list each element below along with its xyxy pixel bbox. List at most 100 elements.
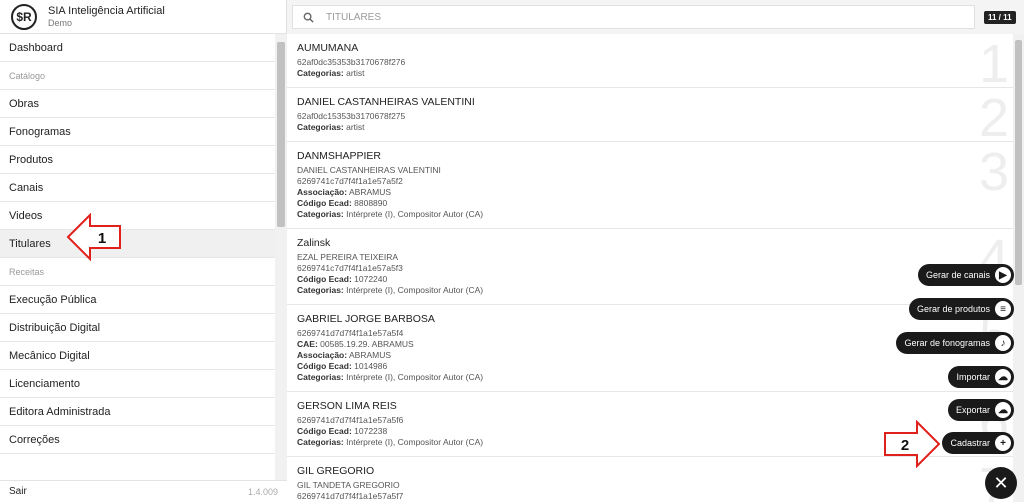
detail-value: 1072238 (351, 426, 388, 436)
sidebar-item[interactable]: Videos (0, 202, 275, 230)
titular-detail-line: DANIEL CASTANHEIRAS VALENTINI (297, 165, 1003, 176)
sidebar-item[interactable]: Produtos (0, 146, 275, 174)
list-item[interactable]: 3 DANMSHAPPIER DANIEL CASTANHEIRAS VALENTI… (287, 142, 1013, 229)
detail-value: 62af0dc35353b3170678f276 (297, 57, 406, 67)
app-window: $R SIA Inteligência Artificial Demo Dash… (0, 0, 1024, 502)
detail-value: 6269741d7d7f4f1a1e57a5f7 (297, 491, 404, 501)
fab-action-button[interactable]: Cadastrar + (942, 432, 1014, 454)
fab-action-label: Gerar de canais (925, 270, 990, 280)
search-icon (303, 12, 314, 23)
detail-key: Código Ecad: (297, 198, 352, 208)
plus-icon: + (995, 435, 1011, 451)
fab-action-button[interactable]: Exportar ☁ (947, 399, 1014, 421)
logout-link[interactable]: Sair (9, 486, 27, 497)
brand-title: SIA Inteligência Artificial (48, 4, 165, 17)
list-item[interactable]: 1 AUMUMANA 62af0dc35353b3170678f276 Categor… (287, 34, 1013, 92)
detail-value: Intérprete (I), Compositor Autor (CA) (343, 437, 484, 447)
fab-action-button[interactable]: Gerar de canais ▶ (917, 264, 1014, 286)
detail-key: Categorias: (297, 209, 344, 219)
list-scrollbar-thumb[interactable] (1015, 40, 1022, 285)
detail-value: 00585.19.29. ABRAMUS (317, 339, 414, 349)
sidebar: $R SIA Inteligência Artificial Demo Dash… (0, 0, 287, 502)
detail-key: Categorias: (297, 68, 344, 78)
cloud-upload-icon: ☁ (995, 369, 1011, 385)
detail-value: DANIEL CASTANHEIRAS VALENTINI (297, 165, 441, 175)
result-count-badge: 11 / 11 (984, 11, 1016, 24)
titular-detail-line: Categorias: artist (297, 68, 1003, 79)
sidebar-item[interactable]: Titulares (0, 230, 275, 258)
fab-action-label: Gerar de fonogramas (904, 338, 990, 348)
titular-name: GERSON LIMA REIS (297, 400, 397, 412)
annotation-label-1: 1 (98, 230, 106, 247)
fab-action-button[interactable]: Gerar de fonogramas ♪ (896, 332, 1014, 354)
sidebar-item[interactable]: Canais (0, 174, 275, 202)
titular-name: GABRIEL JORGE BARBOSA (297, 313, 435, 325)
brand-header[interactable]: $R SIA Inteligência Artificial Demo (0, 0, 286, 34)
sidebar-item[interactable]: Fonogramas (0, 118, 275, 146)
titular-detail-line: Categorias: Intérprete (I), Compositor A… (297, 285, 1003, 296)
detail-value: ABRAMUS (347, 187, 392, 197)
titular-detail-line: EZAL PEREIRA TEIXEIRA (297, 252, 1003, 263)
search-input[interactable] (326, 11, 926, 23)
list-scrollbar[interactable] (1013, 34, 1024, 502)
brand-subtitle: Demo (48, 17, 73, 28)
sidebar-item[interactable]: Correções (0, 426, 275, 454)
titular-detail-line: Associação: ABRAMUS (297, 187, 1003, 198)
titular-name: Zalinsk (297, 237, 331, 249)
sidebar-item[interactable]: Distribuição Digital (0, 314, 275, 342)
sidebar-scrollbar[interactable] (275, 34, 287, 480)
titular-detail-line: 62af0dc15353b3170678f275 (297, 111, 1003, 122)
fab-action-button[interactable]: Importar ☁ (948, 366, 1014, 388)
cloud-download-icon: ☁ (995, 402, 1011, 418)
sidebar-scrollbar-thumb[interactable] (277, 42, 285, 227)
detail-value: Intérprete (I), Compositor Autor (CA) (343, 285, 484, 295)
sidebar-item[interactable]: Editora Administrada (0, 398, 275, 426)
list-item[interactable]: 2 DANIEL CASTANHEIRAS VALENTINI 62af0dc153… (287, 88, 1013, 146)
fab-action-label: Importar (956, 372, 990, 382)
titular-detail-line: 62af0dc35353b3170678f276 (297, 57, 1003, 68)
titular-name: DANMSHAPPIER (297, 150, 382, 162)
sidebar-item[interactable]: Obras (0, 90, 275, 118)
row-index-number: 1 (978, 34, 1009, 94)
detail-key: Categorias: (297, 372, 344, 382)
close-icon: ✕ (993, 472, 1009, 493)
detail-value: 62af0dc15353b3170678f275 (297, 111, 406, 121)
fab-close-button[interactable]: ✕ (985, 467, 1017, 499)
fab-action-label: Cadastrar (950, 438, 990, 448)
detail-key: Categorias: (297, 122, 344, 132)
detail-value: 6269741c7d7f4f1a1e57a5f2 (297, 176, 403, 186)
version-label: 1.4.009 (247, 486, 278, 497)
titular-detail-line: Código Ecad: 1014986 (297, 361, 1003, 372)
detail-key: Código Ecad: (297, 274, 352, 284)
search-bar[interactable] (292, 5, 975, 29)
detail-value: artist (343, 122, 365, 132)
sidebar-item[interactable]: Licenciamento (0, 370, 275, 398)
detail-key: Categorias: (297, 285, 344, 295)
stack-icon: ≡ (995, 301, 1011, 317)
row-index-number: 3 (978, 142, 1009, 202)
annotation-label-2: 2 (901, 437, 909, 454)
detail-value: artist (343, 68, 365, 78)
detail-value: EZAL PEREIRA TEIXEIRA (297, 252, 399, 262)
titular-detail-line: Código Ecad: 1072240 (297, 274, 1003, 285)
detail-key: Categorias: (297, 437, 344, 447)
titular-detail-line: GIL TANDETA GREGORIO (297, 480, 1003, 491)
fab-action-label: Exportar (955, 405, 990, 415)
detail-value: 6269741d7d7f4f1a1e57a5f6 (297, 415, 404, 425)
brand-logo: $R (11, 3, 37, 30)
sidebar-item[interactable]: Execução Pública (0, 286, 275, 314)
detail-key: Código Ecad: (297, 361, 352, 371)
titular-detail-line: Categorias: Intérprete (I), Compositor A… (297, 209, 1003, 220)
detail-value: 6269741d7d7f4f1a1e57a5f4 (297, 328, 404, 338)
brand-text: SIA Inteligência Artificial Demo (48, 5, 165, 29)
sidebar-item[interactable]: Dashboard (0, 34, 275, 62)
list-item[interactable]: 4 Zalinsk EZAL PEREIRA TEIXEIRA 6269741c7d7… (287, 229, 1013, 305)
fab-action-button[interactable]: Gerar de produtos ≡ (908, 298, 1014, 320)
detail-key: CAE: (297, 339, 318, 349)
sidebar-item[interactable]: Mecânico Digital (0, 342, 275, 370)
detail-value: ABRAMUS (347, 350, 392, 360)
detail-key: Associação: (297, 350, 348, 360)
titular-detail-line: 6269741c7d7f4f1a1e57a5f2 (297, 176, 1003, 187)
titular-name: DANIEL CASTANHEIRAS VALENTINI (297, 96, 475, 108)
sidebar-footer: Sair 1.4.009 (0, 480, 287, 502)
